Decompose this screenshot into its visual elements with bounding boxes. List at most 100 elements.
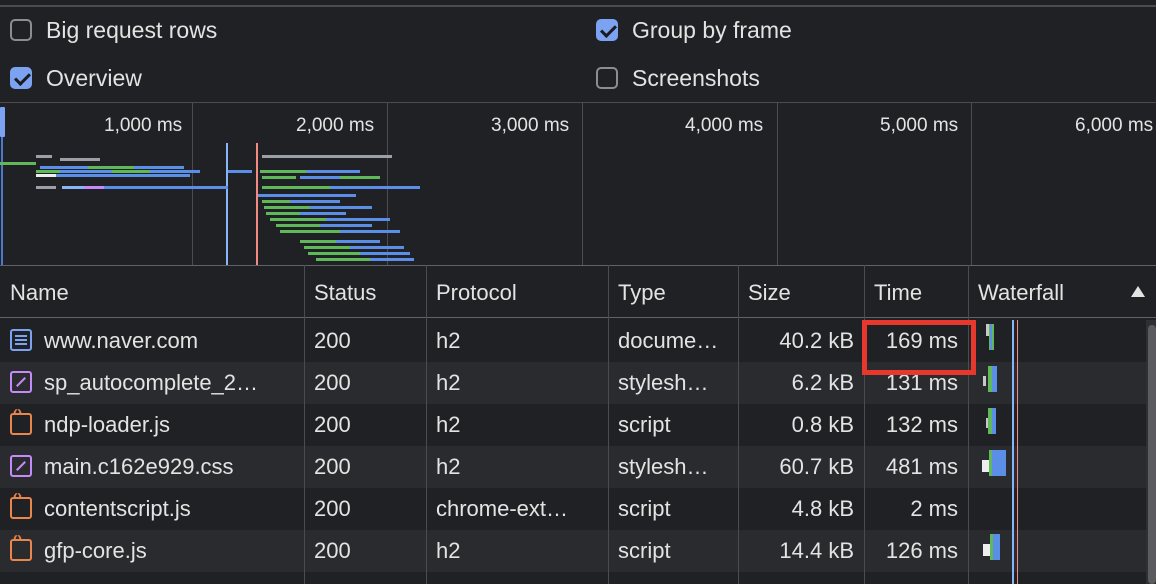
cell-protocol: h2 xyxy=(436,328,461,353)
network-request-table: Name Status Protocol Type Size Time Wate… xyxy=(0,265,1156,584)
overview-request-bar xyxy=(308,252,360,255)
column-header-waterfall[interactable]: Waterfall xyxy=(968,266,1156,319)
column-divider[interactable] xyxy=(426,265,427,584)
waterfall-dcl-line xyxy=(1012,320,1014,584)
group-by-frame-checkbox[interactable] xyxy=(596,19,618,41)
waterfall-bar-segment xyxy=(992,408,996,434)
cell-protocol: h2 xyxy=(436,454,461,479)
column-divider[interactable] xyxy=(864,265,865,584)
overview-request-bar xyxy=(228,170,252,173)
overview-request-bar xyxy=(300,212,346,215)
table-row[interactable]: contentscript.js 200 chrome-ext… script 4.8 … xyxy=(0,487,1156,530)
overview-request-bar xyxy=(310,206,372,209)
column-header-type[interactable]: Type xyxy=(608,266,738,319)
overview-request-bar xyxy=(330,186,400,189)
cell-name: contentscript.js xyxy=(44,496,191,521)
overview-label: Overview xyxy=(46,64,142,91)
cell-protocol: h2 xyxy=(436,370,461,395)
cell-protocol: h2 xyxy=(436,412,461,437)
cell-name: gfp-core.js xyxy=(44,538,147,563)
waterfall-bar-segment xyxy=(992,366,997,392)
cell-status: 200 xyxy=(314,412,351,437)
overview-option[interactable]: Overview xyxy=(10,64,142,92)
top-divider xyxy=(0,5,1156,7)
column-header-name[interactable]: Name xyxy=(0,266,304,319)
overview-request-bar xyxy=(270,218,326,221)
overview-gridline xyxy=(192,103,193,265)
cell-time: 2 ms xyxy=(910,496,958,521)
column-divider[interactable] xyxy=(608,265,609,584)
overview-request-bar xyxy=(36,170,60,173)
table-scrollbar-thumb[interactable] xyxy=(1148,325,1156,584)
cell-size: 60.7 kB xyxy=(779,454,854,479)
script-icon xyxy=(10,487,32,519)
overview-gridline xyxy=(387,103,388,265)
cell-status: 200 xyxy=(314,454,351,479)
cell-waterfall xyxy=(970,488,1140,530)
table-row[interactable]: www.naver.com 200 h2 docume… 40.2 kB 169 ms xyxy=(0,320,1156,362)
column-header-protocol[interactable]: Protocol xyxy=(426,266,608,319)
waterfall-bar-segment xyxy=(993,534,1000,560)
big-request-rows-option[interactable]: Big request rows xyxy=(10,16,217,44)
overview-request-bar xyxy=(112,170,150,173)
screenshots-label: Screenshots xyxy=(632,64,760,91)
overview-request-bar xyxy=(262,176,296,179)
cell-waterfall xyxy=(970,530,1140,572)
waterfall-bar-segment xyxy=(982,460,989,472)
cell-size: 40.2 kB xyxy=(779,328,854,353)
overview-tick-label: 2,000 ms xyxy=(296,115,375,136)
cell-waterfall xyxy=(970,446,1140,488)
cell-size: 4.8 kB xyxy=(791,496,854,521)
overview-request-bar xyxy=(290,200,340,203)
overview-request-bar xyxy=(134,166,184,169)
column-divider[interactable] xyxy=(738,265,739,584)
overview-request-bar xyxy=(340,230,400,233)
stylesheet-icon xyxy=(10,371,32,393)
overview-timeline[interactable]: 1,000 ms 2,000 ms 3,000 ms 4,000 ms 5,00… xyxy=(0,103,1156,265)
group-by-frame-label: Group by frame xyxy=(632,16,792,43)
annotation-highlight-box xyxy=(862,320,976,375)
table-row[interactable]: gfp-core.js 200 h2 script 14.4 kB 126 ms xyxy=(0,529,1156,572)
overview-request-bar xyxy=(180,186,228,189)
sort-ascending-icon[interactable] xyxy=(1131,286,1145,297)
overview-request-bar xyxy=(304,246,350,249)
column-divider[interactable] xyxy=(968,265,969,584)
cell-type: stylesh… xyxy=(618,370,709,395)
cell-type: stylesh… xyxy=(618,454,709,479)
screenshots-checkbox[interactable] xyxy=(596,67,618,89)
overview-selection-handle[interactable] xyxy=(0,107,5,137)
overview-request-bar xyxy=(336,240,380,243)
column-header-time[interactable]: Time xyxy=(864,266,968,319)
table-row[interactable]: sp_autocomplete_2… 200 h2 stylesh… 6.2 kB 131… xyxy=(0,362,1156,404)
table-header: Name Status Protocol Type Size Time Wate… xyxy=(0,265,1156,318)
cell-name: main.c162e929.css xyxy=(44,454,234,479)
overview-gridline xyxy=(582,103,583,265)
overview-request-bar xyxy=(300,194,356,197)
overview-tick-label: 6,000 ms xyxy=(1075,115,1154,136)
screenshots-option[interactable]: Screenshots xyxy=(596,64,760,92)
document-icon xyxy=(10,329,32,351)
overview-request-bar xyxy=(276,224,320,227)
big-request-rows-checkbox[interactable] xyxy=(10,19,32,41)
table-row[interactable]: main.c162e929.css 200 h2 stylesh… 60.7 kB 481… xyxy=(0,446,1156,488)
column-divider[interactable] xyxy=(304,265,305,584)
overview-request-bar xyxy=(370,258,414,261)
script-icon xyxy=(10,403,32,435)
cell-type: script xyxy=(618,538,671,563)
overview-request-bar xyxy=(140,174,190,177)
overview-request-bar xyxy=(350,246,404,249)
overview-tick-label: 5,000 ms xyxy=(880,115,959,136)
column-header-size[interactable]: Size xyxy=(738,266,864,319)
overview-checkbox[interactable] xyxy=(10,67,32,89)
overview-request-bar xyxy=(326,218,390,221)
overview-tick-label: 1,000 ms xyxy=(104,115,183,136)
overview-tick-label: 4,000 ms xyxy=(685,115,764,136)
cell-status: 200 xyxy=(314,538,351,563)
big-request-rows-label: Big request rows xyxy=(46,16,218,43)
table-row[interactable]: ndp-loader.js 200 h2 script 0.8 kB 132 ms xyxy=(0,403,1156,446)
cell-status: 200 xyxy=(314,370,351,395)
overview-request-bar xyxy=(264,206,310,209)
group-by-frame-option[interactable]: Group by frame xyxy=(596,16,792,44)
overview-request-bar xyxy=(36,186,56,189)
column-header-status[interactable]: Status xyxy=(304,266,426,319)
